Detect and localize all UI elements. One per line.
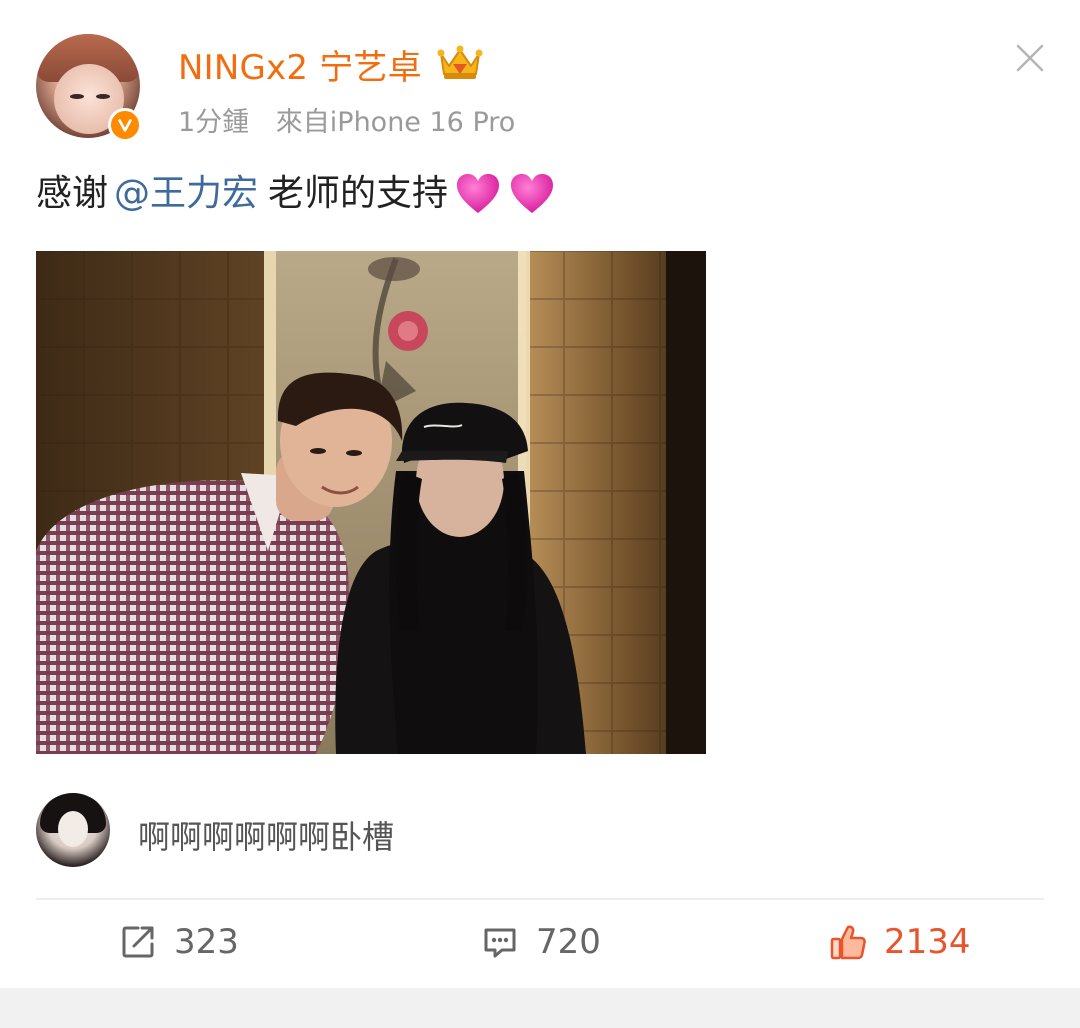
comment-count: 720: [536, 922, 601, 962]
repost-count: 323: [174, 922, 239, 962]
post-time: 1分鍾: [178, 107, 250, 138]
author-name[interactable]: NINGx2 宁艺卓: [178, 40, 422, 89]
commenter-avatar[interactable]: [36, 793, 110, 867]
verified-icon: [108, 108, 142, 142]
comment-icon: [484, 928, 516, 958]
repost-button[interactable]: 323: [118, 918, 239, 966]
like-count: 2134: [884, 922, 971, 962]
post-photo[interactable]: [36, 251, 706, 754]
comment-button[interactable]: 720: [480, 918, 601, 966]
post-meta: 1分鍾 來自iPhone 16 Pro: [178, 100, 533, 139]
close-icon[interactable]: [1014, 42, 1046, 74]
hot-comment-text[interactable]: 啊啊啊啊啊啊卧槽: [138, 812, 394, 858]
divider: [36, 898, 1044, 900]
like-button[interactable]: 2134: [828, 918, 971, 966]
heart-icon: [511, 174, 554, 213]
repost-icon: [122, 926, 154, 958]
post-source[interactable]: 來自iPhone 16 Pro: [276, 107, 516, 138]
post-text-tail: 老师的支持: [268, 173, 449, 214]
weibo-post: NINGx2 宁艺卓 1分鍾 來自iPhone 16 Pro 感谢 @王力宏 老…: [0, 0, 1080, 1028]
crown-icon: [437, 45, 483, 79]
post-text: 感谢 @王力宏 老师的支持: [36, 166, 556, 222]
bottom-separator: [0, 988, 1080, 1028]
mention-link[interactable]: @王力宏: [114, 166, 258, 222]
like-icon: [830, 925, 866, 960]
post-text-lead: 感谢: [36, 173, 109, 214]
heart-icon: [457, 174, 500, 213]
